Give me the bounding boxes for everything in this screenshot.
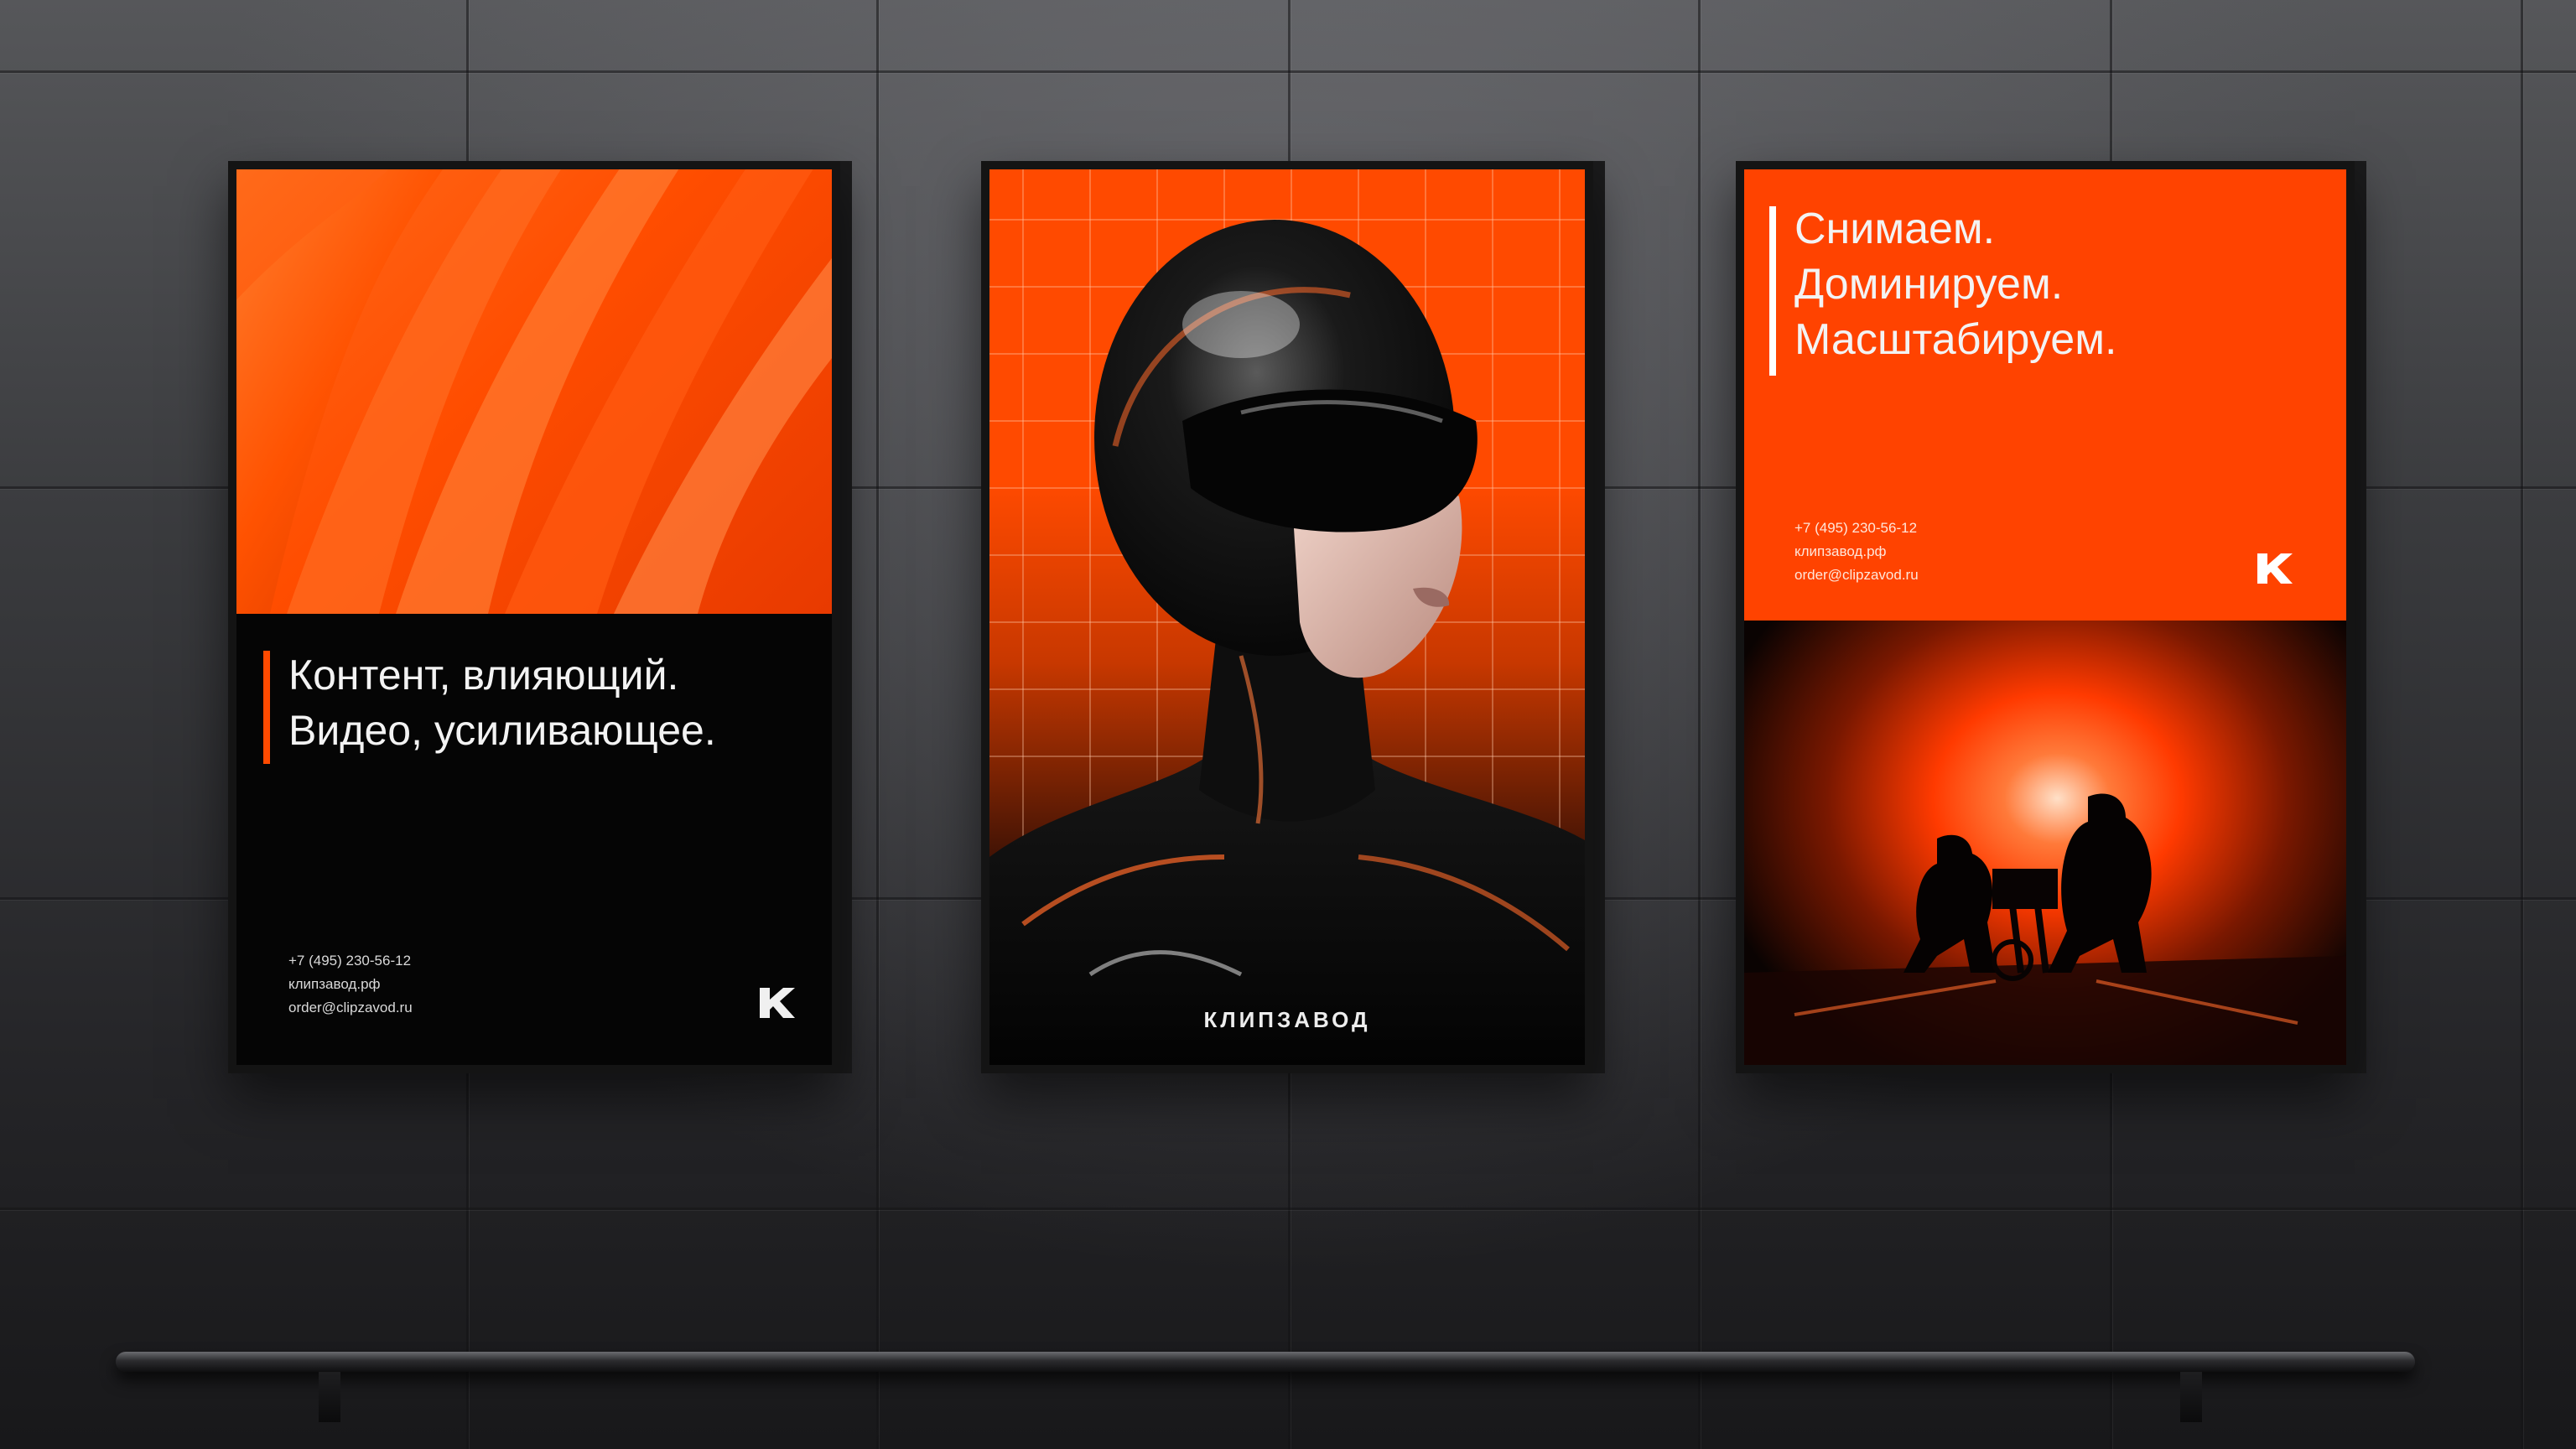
handrail (116, 1352, 2415, 1372)
film-crew-photo (1744, 621, 2346, 1065)
brand-wordmark: КЛИПЗАВОД (1203, 1007, 1371, 1032)
headline-line-1: Снимаем. (1794, 205, 1996, 253)
headline-line-3: Масштабируем. (1794, 315, 2117, 364)
poster-left: Контент, влияющий. Видео, усиливающее. +… (228, 161, 840, 1073)
contact-block: +7 (495) 230-56-12 клипзавод.рф order@cl… (288, 949, 413, 1020)
headline: Контент, влияющий. Видео, усиливающее. (288, 647, 716, 758)
headline-line-1: Контент, влияющий. (288, 652, 679, 699)
headline-line-2: Доминируем. (1794, 260, 2064, 309)
orange-waves-image (236, 169, 832, 614)
poster-middle: КЛИПЗАВОД (981, 161, 1593, 1073)
film-crew-silhouette (1744, 793, 2346, 1065)
email-text: order@clipzavod.ru (1794, 567, 1919, 583)
chrome-helmet-figure (989, 220, 1585, 1065)
rail-bracket-left (319, 1372, 340, 1422)
site-text: клипзавод.рф (1794, 543, 1887, 559)
email-text: order@clipzavod.ru (288, 1000, 413, 1015)
phone-text: +7 (495) 230-56-12 (288, 953, 412, 969)
rail-bracket-right (2180, 1372, 2202, 1422)
headline-line-2: Видео, усиливающее. (288, 707, 716, 754)
accent-bar (263, 651, 270, 764)
phone-text: +7 (495) 230-56-12 (1794, 520, 1918, 536)
contact-block: +7 (495) 230-56-12 клипзавод.рф order@cl… (1794, 517, 1919, 587)
poster-right: Снимаем. Доминируем. Масштабируем. +7 (4… (1736, 161, 2355, 1073)
headline: Снимаем. Доминируем. Масштабируем. (1794, 201, 2116, 367)
accent-bar (1769, 206, 1776, 376)
site-text: клипзавод.рф (288, 976, 381, 992)
k-logo-icon (2257, 553, 2293, 584)
k-logo-icon (760, 988, 795, 1018)
